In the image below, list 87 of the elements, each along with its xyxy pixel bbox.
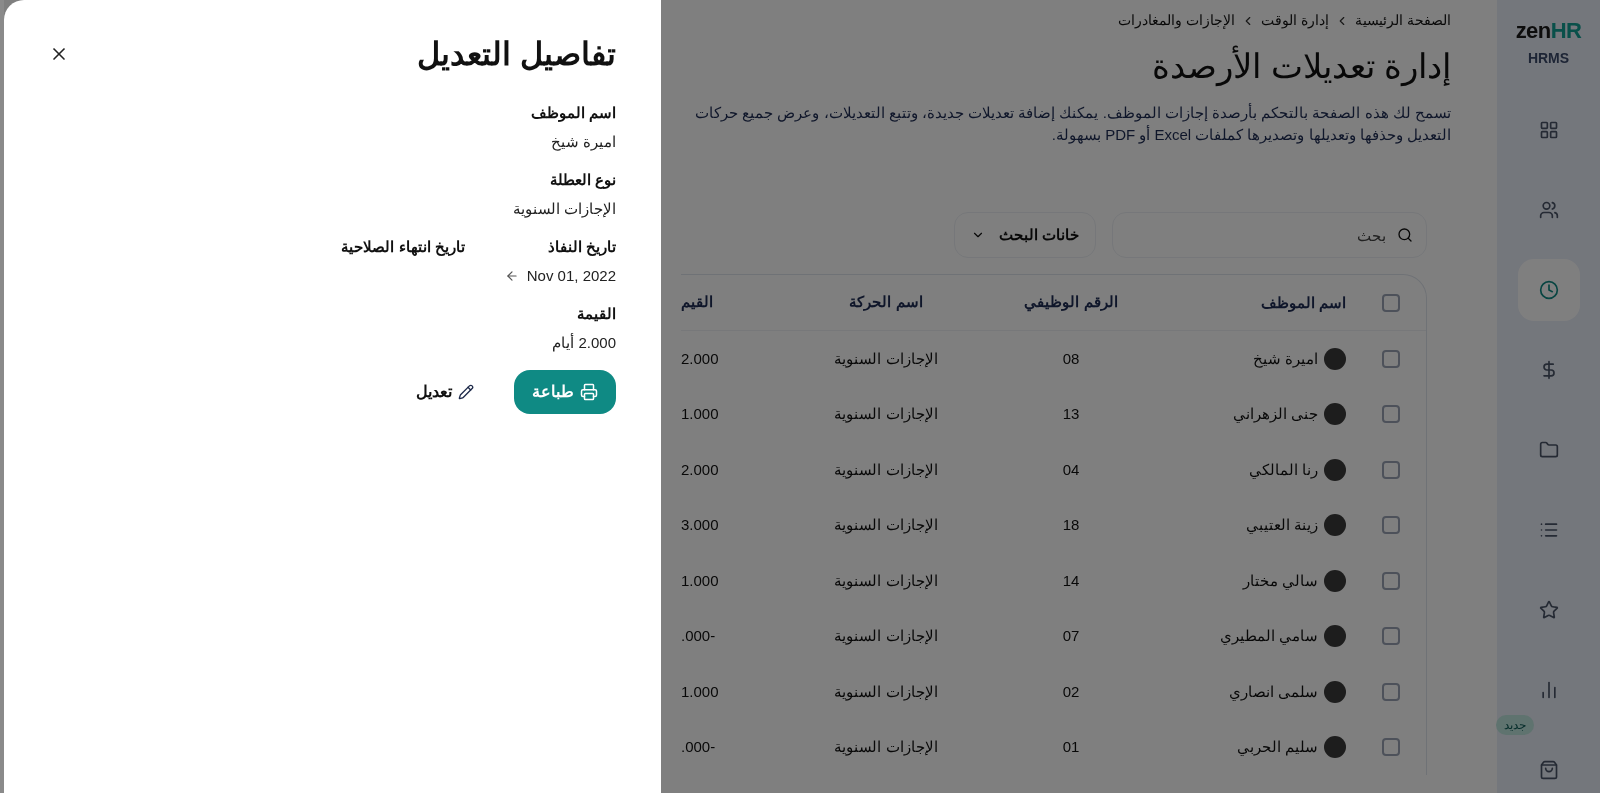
logo: zenHR: [1515, 20, 1582, 42]
breadcrumb-link[interactable]: الإجازات والمغادرات: [1118, 10, 1236, 31]
checkbox[interactable]: [1382, 682, 1400, 701]
search-icon: [1397, 227, 1413, 243]
table-cell-text: الإجازات السنوية: [834, 570, 938, 592]
checkbox[interactable]: [1382, 571, 1400, 590]
table-cell-text: الإجازات السنوية: [834, 515, 938, 536]
table-cell-text: جنى الزهراني: [1232, 404, 1318, 425]
column-header: الرقم الوظيفي: [1024, 292, 1118, 314]
avatar: [1324, 403, 1346, 426]
table-cell-text: 1.000: [681, 570, 719, 591]
table-cell-text: 18: [1062, 515, 1080, 535]
avatar: [1324, 347, 1346, 370]
checkbox[interactable]: [1382, 460, 1400, 479]
table-cell-text: 2.000: [681, 348, 719, 369]
column-header: القيم: [681, 292, 713, 313]
table-cell-text: زينة العتيبي: [1245, 515, 1318, 536]
field-value: Nov 01, 2022: [526, 265, 616, 286]
table-cell-text: اميرة شيخ: [1252, 348, 1318, 370]
breadcrumb-link[interactable]: الصفحة الرئيسية: [1355, 10, 1451, 31]
table-cell-text: الإجازات السنوية: [834, 681, 938, 703]
checkbox[interactable]: [1382, 405, 1400, 424]
folder-icon: [1538, 440, 1559, 460]
table-cell-text: سلمى انصاري: [1228, 681, 1318, 703]
table-cell-text: 2.000: [681, 459, 719, 480]
table-cell-text: 01: [1062, 737, 1080, 757]
table-cell-text: الإجازات السنوية: [834, 626, 938, 647]
avatar: [1324, 458, 1346, 481]
star-icon: [1538, 600, 1559, 620]
edit-button[interactable]: تعديل: [416, 380, 474, 404]
avatar: [1324, 680, 1346, 703]
field-label: اسم الموظف: [530, 103, 616, 124]
table-cell-text: 13: [1062, 404, 1080, 424]
table-cell-text: 1.000: [681, 681, 719, 702]
avatar: [1324, 736, 1346, 759]
logo-subtitle: HRMS: [1527, 49, 1570, 68]
table-cell-text: سامي المطيري: [1219, 626, 1318, 647]
users-icon: [1538, 200, 1559, 220]
field-value: 2.000 أيام: [552, 332, 616, 354]
table-cell-text: 07: [1062, 626, 1080, 646]
drawer-title: تفاصيل التعديل: [417, 35, 616, 74]
page-description: تسمح لك هذه الصفحة بالتحكم بأرصدة إجازات الموظف. يمكنك إضافة تعديلات جديدة، وتتبع التعديلات، وعرض جميع حركات التعديل وحذفها وتعديلها وتصديرها كملفات Excel أو PDF بسهولة.: [694, 102, 1451, 146]
avatar: [1324, 569, 1346, 592]
table-cell-text: الإجازات السنوية: [834, 348, 938, 370]
column-header: اسم الحركة: [849, 292, 923, 313]
checkbox[interactable]: [1382, 627, 1400, 646]
grid-icon: [1538, 120, 1559, 140]
clock-icon: [1538, 280, 1559, 300]
table-cell-text: 14: [1062, 570, 1080, 591]
page-title: إدارة تعديلات الأرصدة: [1152, 44, 1451, 89]
print-button[interactable]: طباعة: [514, 370, 616, 414]
table-cell-text: رنا المالكي: [1248, 459, 1318, 481]
avatar: [1324, 514, 1346, 537]
arrow-icon: [504, 268, 519, 283]
field-label: تاريخ انتهاء الصلاحية: [341, 237, 465, 258]
field-value: اميرة شيخ: [550, 131, 616, 153]
checkbox[interactable]: [1382, 516, 1400, 535]
table-cell-text: 08: [1062, 348, 1080, 369]
new-badge: جديد: [1495, 715, 1534, 735]
checkbox[interactable]: [1382, 349, 1400, 368]
pencil-icon: [458, 384, 474, 400]
table-cell-text: 02: [1062, 681, 1080, 702]
table-cell-text: سليم الحربي: [1236, 737, 1318, 758]
field-label: القيمة: [577, 304, 616, 324]
field-value: الإجازات السنوية: [512, 198, 616, 220]
table-cell-text: 3.000: [681, 515, 719, 535]
checkbox[interactable]: [1382, 293, 1400, 312]
table-cell-text: الإجازات السنوية: [834, 459, 938, 481]
field-label: نوع العطلة: [549, 170, 616, 191]
nav-item[interactable]: [1517, 259, 1580, 321]
search-field[interactable]: بحث: [1112, 212, 1427, 258]
table-cell-text: 04: [1062, 459, 1080, 480]
field-label: تاريخ النفاذ: [547, 237, 616, 258]
checkbox[interactable]: [1382, 738, 1400, 757]
list-icon: [1538, 520, 1559, 540]
breadcrumb-link[interactable]: إدارة الوقت: [1261, 10, 1330, 31]
avatar: [1324, 625, 1346, 648]
table-cell-text: الإجازات السنوية: [834, 737, 938, 758]
table-cell-text: .000-: [681, 737, 716, 757]
table-cell-text: سالي مختار: [1242, 570, 1318, 592]
table-cell-text: الإجازات السنوية: [834, 404, 938, 425]
printer-icon: [580, 383, 598, 401]
shopping-bag-icon: [1538, 760, 1559, 780]
table-cell-text: .000-: [681, 626, 716, 646]
table-cell-text: 1.000: [681, 404, 719, 424]
column-header: اسم الموظف: [1260, 293, 1346, 311]
search-fields-dropdown[interactable]: خانات البحث: [953, 212, 1096, 258]
